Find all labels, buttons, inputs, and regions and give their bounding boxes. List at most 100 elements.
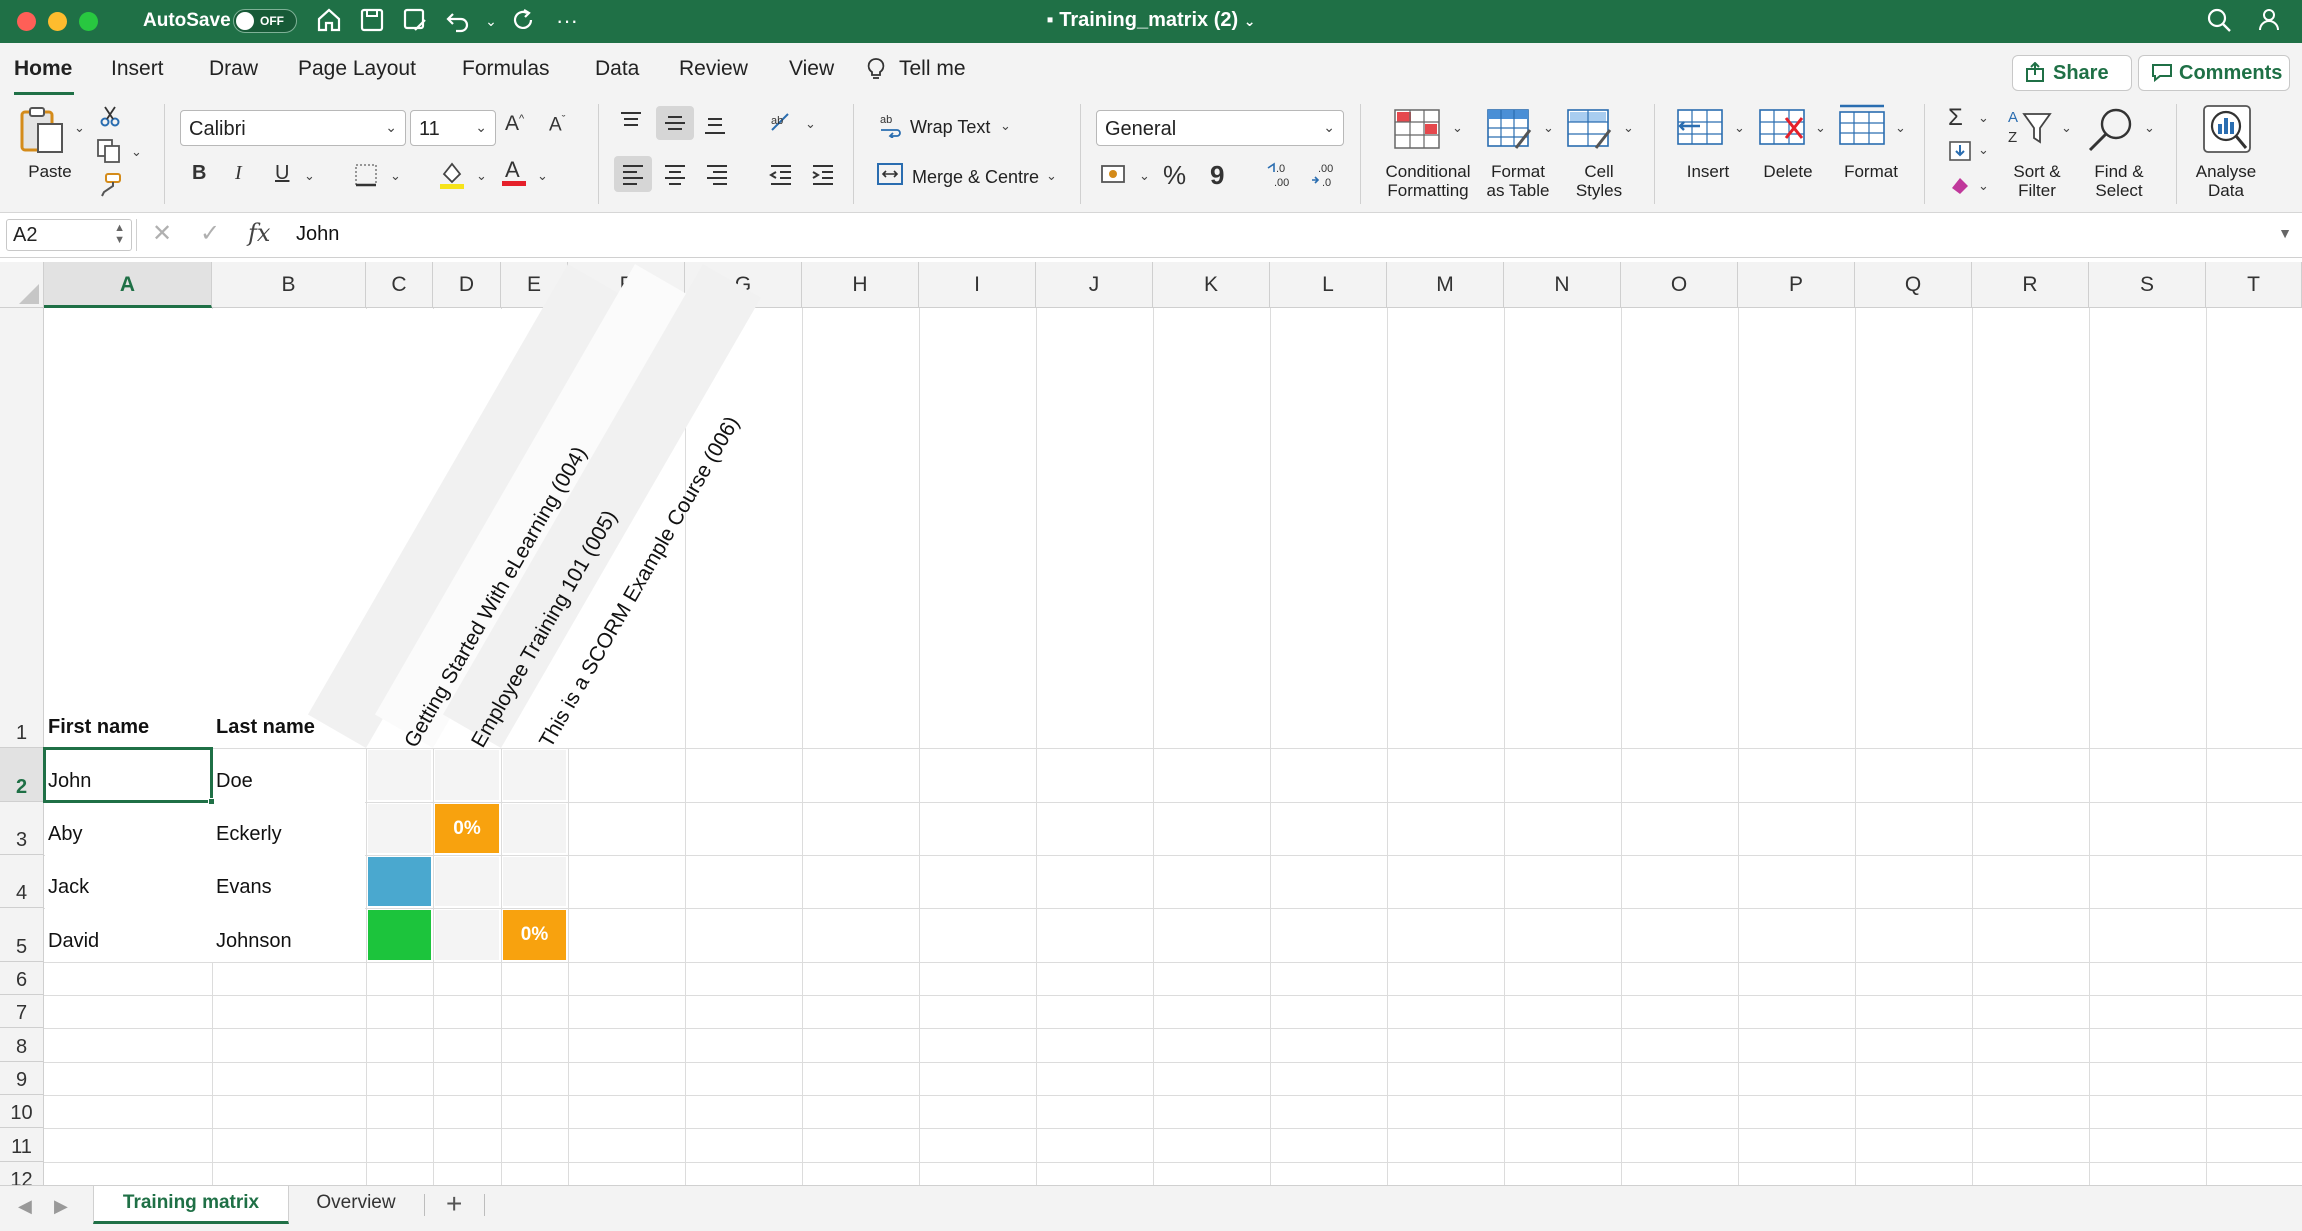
zoom-window-button[interactable]: [79, 12, 98, 31]
fill-icon[interactable]: [1948, 140, 1972, 168]
cell-styles-label[interactable]: Cell Styles: [1564, 162, 1634, 200]
column-header-q[interactable]: Q: [1855, 262, 1972, 308]
accounting-dropdown-icon[interactable]: ⌄: [1139, 168, 1150, 184]
clear-icon[interactable]: [1948, 174, 1972, 202]
column-header-m[interactable]: M: [1387, 262, 1504, 308]
row-header-11[interactable]: 11: [0, 1128, 44, 1162]
insert-cells-dropdown-icon[interactable]: ⌄: [1734, 120, 1745, 136]
share-button[interactable]: Share: [2012, 55, 2132, 91]
spreadsheet-grid[interactable]: ABCDEFGHIJKLMNOPQRST 123456789101112Firs…: [0, 262, 2302, 1185]
delete-cells-label[interactable]: Delete: [1758, 162, 1818, 181]
undo-dropdown-icon[interactable]: ⌄: [476, 6, 506, 36]
add-sheet-button[interactable]: +: [446, 1188, 462, 1220]
borders-dropdown-icon[interactable]: ⌄: [390, 168, 401, 184]
status-cell-e2[interactable]: [503, 750, 566, 800]
sheet-tab-overview[interactable]: Overview: [296, 1186, 416, 1224]
tell-me-search[interactable]: Tell me: [899, 57, 966, 81]
account-icon[interactable]: [2256, 6, 2286, 36]
align-top-icon[interactable]: [618, 110, 644, 138]
row-header-12[interactable]: 12: [0, 1162, 44, 1185]
column-header-b[interactable]: B: [212, 262, 366, 308]
format-as-table-label[interactable]: Format as Table: [1478, 162, 1558, 200]
tab-view[interactable]: View: [789, 57, 834, 81]
close-window-button[interactable]: [17, 12, 36, 31]
fill-color-dropdown-icon[interactable]: ⌄: [476, 168, 487, 184]
column-header-j[interactable]: J: [1036, 262, 1153, 308]
delete-cells-icon[interactable]: [1758, 108, 1806, 152]
row-header-4[interactable]: 4: [0, 855, 44, 908]
column-header-k[interactable]: K: [1153, 262, 1270, 308]
orientation-icon[interactable]: ab: [768, 110, 796, 140]
fill-color-icon[interactable]: [438, 160, 466, 196]
cut-icon[interactable]: [98, 104, 122, 134]
sort-filter-label[interactable]: Sort & Filter: [2002, 162, 2072, 200]
title-chevron-icon[interactable]: ⌄: [1244, 13, 1256, 29]
format-cells-icon[interactable]: [1838, 102, 1886, 146]
format-as-table-dropdown-icon[interactable]: ⌄: [1543, 120, 1554, 136]
tab-page-layout[interactable]: Page Layout: [298, 57, 416, 81]
insert-cells-label[interactable]: Insert: [1678, 162, 1738, 181]
autosum-dropdown-icon[interactable]: ⌄: [1978, 110, 1989, 126]
font-name-dropdown[interactable]: Calibri ⌄: [180, 110, 406, 146]
orientation-dropdown-icon[interactable]: ⌄: [805, 116, 816, 132]
delete-cells-dropdown-icon[interactable]: ⌄: [1815, 120, 1826, 136]
find-select-icon[interactable]: [2086, 106, 2134, 152]
row-header-5[interactable]: 5: [0, 908, 44, 962]
home-icon[interactable]: [314, 6, 344, 36]
paste-dropdown-icon[interactable]: ⌄: [74, 120, 85, 136]
wrap-text-icon[interactable]: ab: [878, 112, 904, 144]
undo-icon[interactable]: [443, 6, 473, 36]
column-header-h[interactable]: H: [802, 262, 919, 308]
format-cells-dropdown-icon[interactable]: ⌄: [1895, 120, 1906, 136]
align-bottom-icon[interactable]: [702, 114, 728, 142]
analyse-data-icon[interactable]: [2202, 104, 2251, 153]
font-color-dropdown-icon[interactable]: ⌄: [537, 168, 548, 184]
conditional-formatting-icon[interactable]: [1393, 108, 1441, 152]
column-header-d[interactable]: D: [433, 262, 501, 308]
save-icon[interactable]: [357, 6, 387, 36]
status-cell-d4[interactable]: [435, 857, 499, 906]
conditional-formatting-label[interactable]: Conditional Formatting: [1376, 162, 1480, 200]
copy-dropdown-icon[interactable]: ⌄: [131, 144, 142, 160]
borders-icon[interactable]: [353, 162, 379, 194]
clear-dropdown-icon[interactable]: ⌄: [1978, 178, 1989, 194]
paste-icon[interactable]: [18, 106, 66, 153]
align-right-icon[interactable]: [704, 163, 730, 191]
status-cell-c3[interactable]: [368, 804, 431, 853]
align-center-icon[interactable]: [662, 163, 688, 191]
format-painter-icon[interactable]: [98, 172, 124, 204]
italic-button[interactable]: I: [235, 162, 242, 185]
status-cell-c5[interactable]: [368, 910, 431, 960]
find-select-label[interactable]: Find & Select: [2084, 162, 2154, 200]
cell-b3[interactable]: Eckerly: [212, 823, 366, 846]
tab-draw[interactable]: Draw: [209, 57, 258, 81]
row-header-8[interactable]: 8: [0, 1028, 44, 1062]
accounting-format-icon[interactable]: [1100, 162, 1128, 192]
cell-b2[interactable]: Doe: [212, 770, 366, 793]
fill-dropdown-icon[interactable]: ⌄: [1978, 142, 1989, 158]
row-header-2[interactable]: 2: [0, 748, 44, 802]
merge-centre-icon[interactable]: [876, 162, 904, 192]
decrease-font-size-icon[interactable]: Aˇ: [549, 114, 565, 136]
format-as-table-icon[interactable]: [1486, 108, 1534, 152]
cell-a1[interactable]: First name: [44, 716, 212, 739]
row-header-7[interactable]: 7: [0, 995, 44, 1028]
status-cell-c2[interactable]: [368, 750, 431, 800]
decrease-decimal-icon[interactable]: .00.0: [1310, 160, 1340, 196]
status-cell-d2[interactable]: [435, 750, 499, 800]
font-size-dropdown[interactable]: 11 ⌄: [410, 110, 496, 146]
underline-button[interactable]: U: [275, 162, 289, 185]
number-format-dropdown[interactable]: General ⌄: [1096, 110, 1344, 146]
column-header-s[interactable]: S: [2089, 262, 2206, 308]
sort-filter-dropdown-icon[interactable]: ⌄: [2061, 120, 2072, 136]
comma-style-button[interactable]: 9: [1210, 160, 1224, 191]
column-header-t[interactable]: T: [2206, 262, 2302, 308]
column-header-i[interactable]: I: [919, 262, 1036, 308]
cell-a3[interactable]: Aby: [44, 823, 212, 846]
cell-b4[interactable]: Evans: [212, 876, 366, 899]
format-cells-label[interactable]: Format: [1836, 162, 1906, 181]
status-cell-e4[interactable]: [503, 857, 566, 906]
fill-handle[interactable]: [208, 798, 215, 805]
cell-styles-icon[interactable]: [1566, 108, 1614, 152]
underline-dropdown-icon[interactable]: ⌄: [304, 168, 315, 184]
